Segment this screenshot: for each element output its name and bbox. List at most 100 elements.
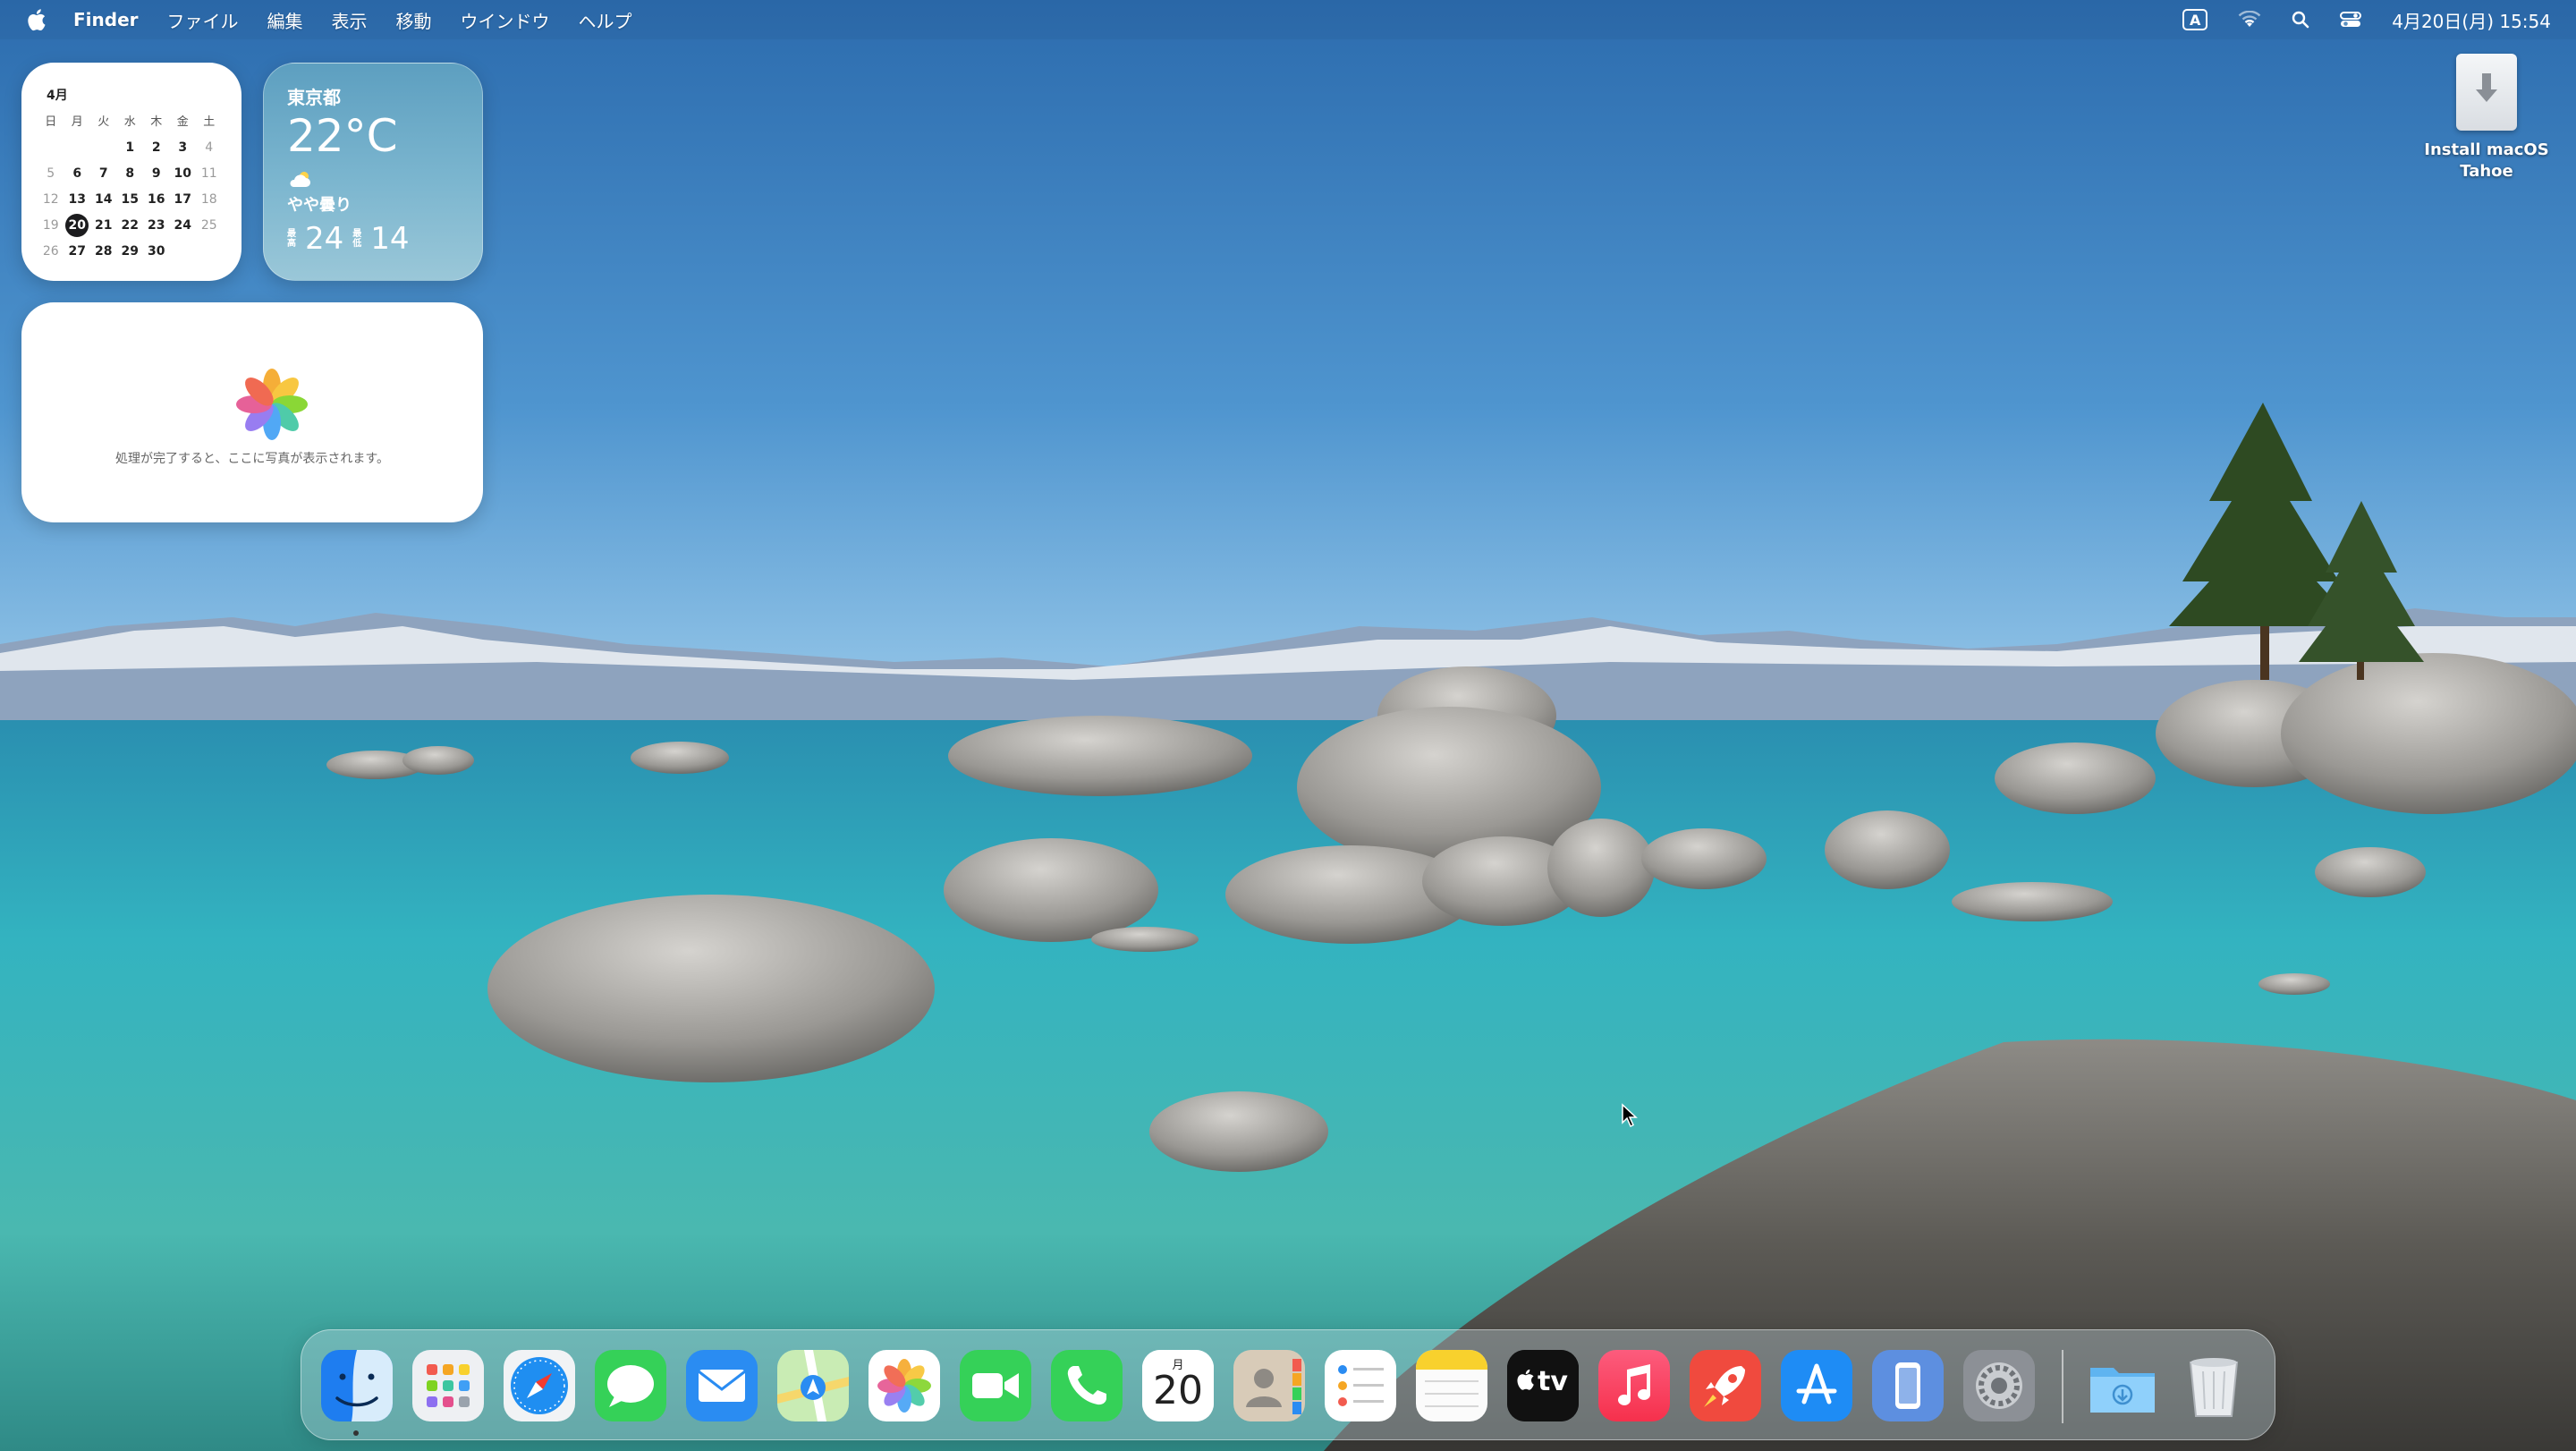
dock-contacts[interactable]: [1233, 1350, 1305, 1421]
calendar-day: 24: [174, 218, 191, 233]
calendar-day: 2: [151, 140, 161, 155]
maps-icon: [777, 1350, 849, 1421]
dock-app-store[interactable]: [1781, 1350, 1852, 1421]
datetime[interactable]: 4月20日(月) 15:54: [2392, 7, 2551, 33]
dock-downloads[interactable]: [2087, 1350, 2158, 1421]
calendar-day: 1: [125, 140, 135, 155]
dock-notes[interactable]: [1416, 1350, 1487, 1421]
calendar-day: 23: [148, 218, 165, 233]
rocket-icon: [1690, 1350, 1761, 1421]
dock-iphone-mirroring[interactable]: [1872, 1350, 1944, 1421]
dock-launchpad[interactable]: [412, 1350, 484, 1421]
notes-icon: [1416, 1350, 1487, 1421]
control-center-icon[interactable]: [2340, 11, 2362, 29]
dock-messages[interactable]: [595, 1350, 666, 1421]
calendar-grid: 日月火水木金土 1 2 3 4 5 6 7 8 9 10 11 12 13 14 15 16 17 18 19 20 21…: [38, 109, 223, 265]
menu-edit[interactable]: 編集: [267, 7, 303, 33]
safari-icon: [504, 1350, 575, 1421]
dock-mail[interactable]: [686, 1350, 758, 1421]
calendar-day: [64, 135, 91, 161]
calendar-weekday: 土: [203, 115, 216, 129]
calendar-day: 8: [125, 166, 135, 181]
dock-reminders[interactable]: [1325, 1350, 1396, 1421]
dock-rocket[interactable]: [1690, 1350, 1761, 1421]
mouse-cursor-icon: [1622, 1103, 1638, 1128]
menu-help[interactable]: ヘルプ: [579, 7, 632, 33]
desktop-icon-label: Install macOS Tahoe: [2406, 140, 2567, 182]
dock-facetime[interactable]: [960, 1350, 1031, 1421]
dock-calendar[interactable]: 月 20: [1142, 1350, 1214, 1421]
apple-tv-label: tv: [1538, 1366, 1568, 1397]
mail-icon: [686, 1350, 758, 1421]
calendar-day: [90, 135, 117, 161]
desktop-icon-install-macos[interactable]: Install macOS Tahoe: [2406, 54, 2567, 182]
calendar-day: 3: [178, 140, 188, 155]
dock-phone[interactable]: [1051, 1350, 1123, 1421]
menu-go[interactable]: 移動: [396, 7, 432, 33]
menu-bar: Finder ファイル 編集 表示 移動 ウインドウ ヘルプ A 4月20日(月…: [0, 0, 2576, 39]
calendar-day: 27: [68, 244, 86, 259]
search-icon[interactable]: [2292, 11, 2309, 29]
calendar-day: 15: [121, 192, 139, 207]
menu-app-name[interactable]: Finder: [73, 9, 139, 30]
status-area: A 4月20日(月) 15:54: [2182, 0, 2551, 39]
calendar-day: 7: [98, 166, 108, 181]
iphone-mirroring-icon: [1872, 1350, 1944, 1421]
calendar-day: 16: [148, 192, 165, 207]
dock-trash[interactable]: [2178, 1350, 2250, 1421]
messages-icon: [595, 1350, 666, 1421]
calendar-day: 22: [121, 218, 139, 233]
calendar-day: 6: [72, 166, 82, 181]
dock-apple-tv[interactable]: tv: [1507, 1350, 1579, 1421]
weather-city: 東京都: [287, 87, 341, 108]
calendar-weekday: 金: [176, 115, 189, 129]
calendar-day: 30: [148, 244, 165, 259]
downloads-folder-icon: [2090, 1368, 2155, 1413]
menu-file[interactable]: ファイル: [167, 7, 239, 33]
weather-widget[interactable]: 東京都 22°C やや曇り 最高 24 最低 14: [263, 63, 483, 281]
calendar-widget[interactable]: 4月 日月火水木金土 1 2 3 4 5 6 7 8 9 10 11 12 13 14 15 16 17 18 19 2…: [21, 63, 242, 281]
dock-system-settings[interactable]: [1963, 1350, 2035, 1421]
calendar-day: 28: [95, 244, 113, 259]
calendar-day: 9: [151, 166, 161, 181]
calendar-day: 21: [95, 218, 113, 233]
menu-window[interactable]: ウインドウ: [461, 7, 550, 33]
calendar-day: 13: [68, 192, 86, 207]
dock-finder[interactable]: [321, 1350, 393, 1421]
calendar-day: 26: [42, 244, 59, 259]
weather-high-label: 最高: [287, 229, 296, 249]
calendar-day: 19: [42, 218, 59, 233]
calendar-weekday: 火: [97, 115, 110, 129]
dock-maps[interactable]: [777, 1350, 849, 1421]
calendar-day: 5: [47, 166, 55, 181]
calendar-day: 11: [200, 166, 217, 181]
menu-view[interactable]: 表示: [332, 7, 368, 33]
weather-high: 24: [305, 221, 344, 257]
weather-low-label: 最低: [352, 229, 362, 249]
calendar-day: 18: [200, 192, 217, 207]
photos-widget[interactable]: 処理が完了すると、ここに写真が表示されます。: [21, 302, 483, 522]
dock-safari[interactable]: [504, 1350, 575, 1421]
trash-icon: [2189, 1358, 2239, 1417]
settings-icon: [1963, 1350, 2035, 1421]
weather-high-low: 最高 24 最低 14: [287, 221, 419, 257]
calendar-day: 12: [42, 192, 59, 207]
desktop-icon-label-line2: Tahoe: [2460, 162, 2513, 181]
desktop: Finder ファイル 編集 表示 移動 ウインドウ ヘルプ A 4月20日(月…: [0, 0, 2576, 1451]
weather-condition: やや曇り: [287, 196, 352, 215]
calendar-today-circle: 20: [65, 214, 89, 237]
music-icon: [1598, 1350, 1670, 1421]
calendar-today: 20: [64, 213, 91, 239]
desktop-icon-label-line1: Install macOS: [2424, 140, 2549, 159]
dock-photos[interactable]: [869, 1350, 940, 1421]
calendar-weekday: 水: [123, 115, 136, 129]
input-mode-icon[interactable]: A: [2182, 9, 2208, 30]
reminders-icon: [1325, 1350, 1396, 1421]
calendar-weekday: 日: [45, 115, 57, 129]
calendar-day: 17: [174, 192, 191, 207]
app-store-icon: [1781, 1350, 1852, 1421]
apple-icon[interactable]: [25, 7, 47, 32]
finder-icon: [321, 1350, 393, 1421]
wifi-icon[interactable]: [2238, 11, 2261, 29]
dock-music[interactable]: [1598, 1350, 1670, 1421]
